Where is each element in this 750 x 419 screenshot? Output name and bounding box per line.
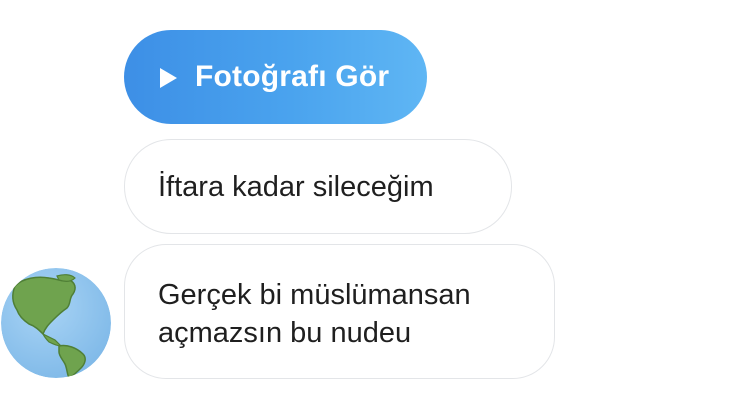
message-text-line: açmazsın bu nudeu — [158, 317, 412, 349]
view-photo-button[interactable]: Fotoğrafı Gör — [124, 30, 427, 124]
message-text: İftara kadar sileceğim — [158, 171, 434, 203]
avatar[interactable] — [1, 268, 111, 378]
chat-thread: Fotoğrafı Gör İftara kadar sileceğim Ger… — [0, 0, 750, 419]
globe-americas-icon — [1, 268, 111, 378]
message-text-line: Gerçek bi müslümansan — [158, 279, 471, 311]
message-bubble: Gerçek bi müslümansan açmazsın bu nudeu — [124, 244, 555, 379]
message-bubble: İftara kadar sileceğim — [124, 139, 512, 234]
view-photo-label: Fotoğrafı Gör — [195, 60, 390, 93]
play-icon — [160, 67, 177, 88]
